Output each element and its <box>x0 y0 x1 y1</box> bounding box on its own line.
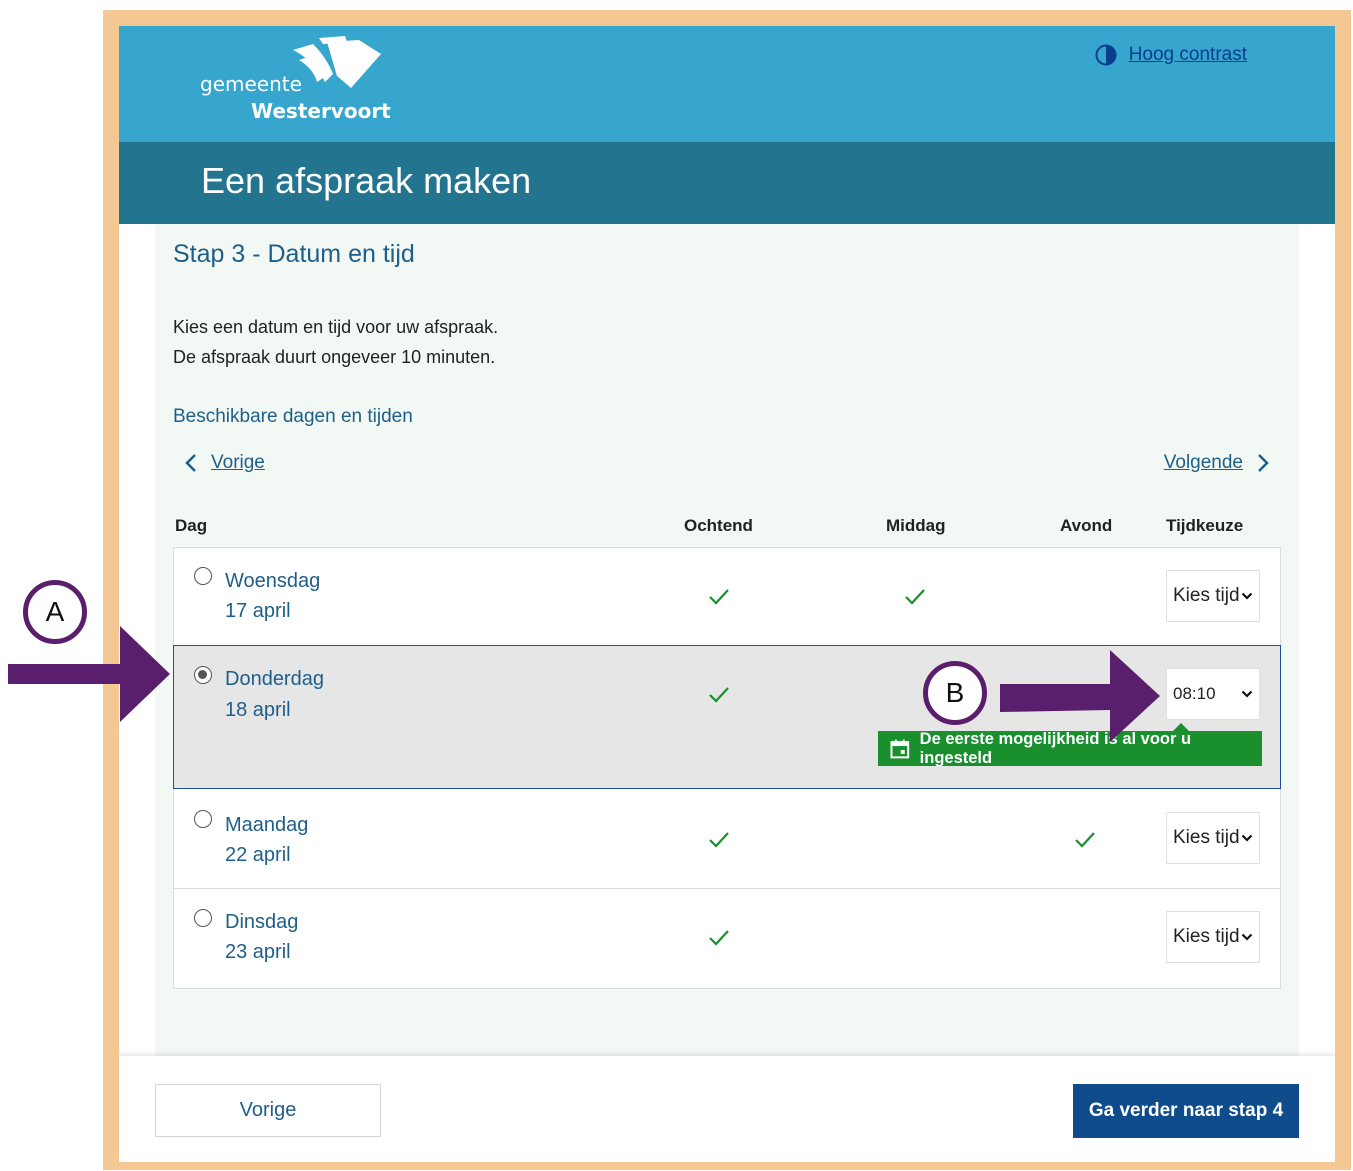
time-select-value: Kies tijd <box>1173 827 1240 848</box>
column-header-afternoon: Middag <box>886 516 946 535</box>
day-date: 23 april <box>225 941 291 963</box>
time-select-value: Kies tijd <box>1173 926 1240 947</box>
chevron-down-icon <box>1241 690 1253 698</box>
intro-line-2: De afspraak duurt ongeveer 10 minuten. <box>173 347 496 367</box>
title-bar: Een afspraak maken <box>119 142 1335 224</box>
day-radio[interactable] <box>194 810 212 828</box>
day-radio[interactable] <box>194 909 212 927</box>
day-radio-selected[interactable] <box>194 666 212 684</box>
intro-line-1: Kies een datum en tijd voor uw afspraak. <box>173 317 499 337</box>
next-week-link[interactable]: Volgende <box>1164 452 1269 474</box>
continue-step-4-button[interactable]: Ga verder naar stap 4 <box>1073 1084 1299 1138</box>
table-row[interactable]: Maandag 22 april Kies tijd <box>174 790 1280 889</box>
table-row[interactable]: Dinsdag 23 april Kies tijd <box>174 889 1280 987</box>
check-icon <box>905 589 925 605</box>
check-icon <box>709 930 729 946</box>
intro-text: Kies een datum en tijd voor uw afspraak.… <box>173 312 498 372</box>
chevron-left-icon <box>185 454 196 472</box>
calendar-icon <box>890 739 910 758</box>
time-select[interactable]: Kies tijd <box>1166 570 1260 622</box>
day-name: Donderdag <box>225 668 324 690</box>
column-header-day: Dag <box>175 516 208 535</box>
day-name: Woensdag <box>225 570 321 592</box>
availability-table: Woensdag 17 april Kies tijd Donderdag 18… <box>173 547 1281 989</box>
main-content: Stap 3 - Datum en tijd Kies een datum en… <box>155 224 1299 1056</box>
annotation-arrow-b <box>1000 650 1160 742</box>
day-date: 22 april <box>225 844 291 866</box>
time-select-value: 08:10 <box>1173 684 1216 703</box>
chevron-down-icon <box>1241 834 1253 842</box>
previous-week-link[interactable]: Vorige <box>185 452 265 474</box>
check-icon <box>709 589 729 605</box>
column-header-morning: Ochtend <box>684 516 753 535</box>
column-header-time-choice: Tijdkeuze <box>1166 516 1244 535</box>
day-radio[interactable] <box>194 567 212 585</box>
high-contrast-label: Hoog contrast <box>1128 44 1247 65</box>
annotation-a-label: A <box>45 596 65 627</box>
time-select[interactable]: Kies tijd <box>1166 911 1260 963</box>
column-header-evening: Avond <box>1060 516 1113 535</box>
footer-bar: Vorige Ga verder naar stap 4 <box>119 1056 1335 1162</box>
table-row[interactable]: Woensdag 17 april Kies tijd <box>174 548 1280 646</box>
time-select-value: Kies tijd <box>1173 585 1240 606</box>
logo-icon <box>293 36 381 88</box>
annotation-arrow-a <box>8 626 170 722</box>
chevron-right-icon <box>1258 454 1269 472</box>
chevron-down-icon <box>1241 933 1253 941</box>
annotation-b-label: B <box>945 677 965 708</box>
annotation-b: B <box>923 661 987 725</box>
check-icon <box>709 832 729 848</box>
next-week-label: Volgende <box>1163 452 1243 473</box>
header-bar: gemeente Westervoort Hoog contrast <box>119 26 1335 142</box>
step-title: Stap 3 - Datum en tijd <box>173 240 415 268</box>
time-select[interactable]: Kies tijd <box>1166 812 1260 864</box>
logo-text-westervoort: Westervoort <box>251 99 391 123</box>
previous-week-label: Vorige <box>211 452 265 473</box>
high-contrast-link[interactable]: Hoog contrast <box>1095 44 1247 66</box>
day-name: Dinsdag <box>225 911 299 933</box>
page-title: Een afspraak maken <box>201 160 532 201</box>
day-date: 18 april <box>225 699 291 721</box>
contrast-icon <box>1095 44 1117 66</box>
check-icon <box>1075 832 1095 848</box>
chevron-down-icon <box>1241 592 1253 600</box>
check-icon <box>709 687 729 703</box>
day-date: 17 april <box>225 600 291 622</box>
logo-text-gemeente: gemeente <box>200 72 302 96</box>
available-days-heading: Beschikbare dagen en tijden <box>173 406 413 427</box>
time-select[interactable]: 08:10 <box>1166 668 1260 720</box>
back-button[interactable]: Vorige <box>155 1084 381 1137</box>
app-window: gemeente Westervoort Hoog contrast Een a… <box>119 26 1335 1162</box>
day-name: Maandag <box>225 814 309 836</box>
